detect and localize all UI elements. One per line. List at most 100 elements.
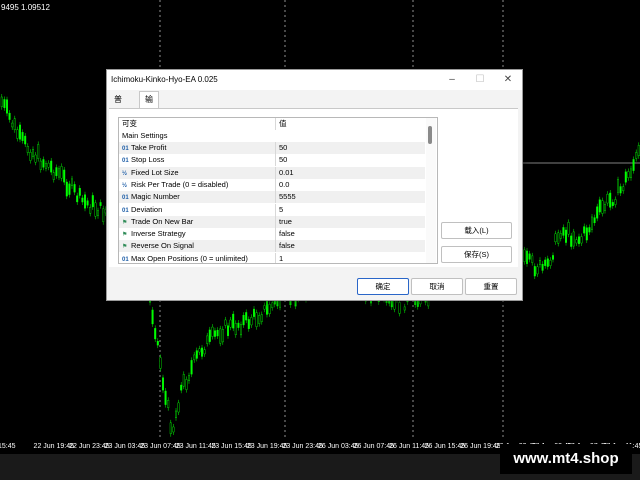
candle (601, 200, 604, 214)
param-value[interactable]: 5555 (275, 191, 427, 204)
candle (583, 226, 586, 234)
candle (250, 317, 253, 326)
candle (624, 171, 627, 183)
candle (42, 159, 45, 168)
candle (266, 299, 269, 315)
param-name: Trade On New Bar (131, 216, 194, 226)
param-name: Fixed Lot Size (131, 167, 179, 177)
int-param-icon: 01 (122, 146, 129, 152)
candle (203, 349, 206, 355)
tab-common[interactable]: 普通 (109, 92, 127, 119)
candle (263, 305, 266, 310)
candle (156, 341, 159, 346)
param-value[interactable]: 1 (275, 252, 427, 263)
candle (219, 328, 222, 344)
candle (544, 259, 547, 266)
table-row[interactable]: 01 Take Profit 50 (119, 142, 425, 154)
candle (252, 308, 255, 317)
param-value[interactable]: 50 (275, 142, 427, 154)
candle (13, 118, 16, 131)
reset-button[interactable]: 重置 (465, 278, 517, 295)
param-value[interactable]: 0.01 (275, 166, 427, 179)
param-name: Take Profit (131, 143, 167, 152)
candle (34, 154, 37, 163)
int-param-icon: 01 (122, 256, 129, 263)
param-name: Reverse On Signal (131, 241, 194, 251)
param-value[interactable]: 50 (275, 154, 427, 167)
param-name: Max Open Positions (0 = unlimited) (131, 253, 248, 263)
param-value[interactable]: 0.0 (275, 178, 427, 191)
candle (89, 206, 92, 214)
param-name: Stop Loss (131, 155, 165, 165)
param-value[interactable]: false (275, 228, 427, 241)
cancel-button[interactable]: 取消 (411, 278, 463, 295)
load-button[interactable]: 载入(L) (441, 222, 512, 239)
table-row[interactable]: ½ Fixed Lot Size 0.01 (119, 166, 427, 179)
double-param-icon: ½ (122, 170, 128, 177)
candle (180, 384, 183, 391)
candle (632, 159, 635, 171)
param-value[interactable]: false (275, 240, 427, 253)
param-value[interactable]: 5 (275, 203, 427, 216)
save-button[interactable]: 保存(S) (441, 246, 512, 263)
candle (536, 266, 539, 275)
candle (208, 329, 211, 342)
candle (580, 236, 583, 244)
dialog-titlebar[interactable]: Ichimoku-Kinko-Hyo-EA 0.025 – ☐ ✕ (107, 70, 522, 90)
candle (190, 360, 193, 375)
minimize-icon[interactable]: – (440, 72, 464, 88)
param-value[interactable]: true (275, 215, 427, 228)
candle (232, 313, 235, 329)
table-row[interactable]: 01 Stop Loss 50 (119, 154, 427, 167)
table-row[interactable]: 01 Magic Number 5555 (119, 191, 427, 204)
ok-button[interactable]: 确定 (357, 278, 409, 295)
price-ticker: 9495 1.09512 (1, 3, 50, 12)
candle (403, 306, 406, 311)
candle (239, 324, 242, 336)
candle (635, 152, 638, 159)
candle (562, 227, 565, 236)
column-header-value[interactable]: 值 (275, 118, 427, 130)
candle (549, 259, 552, 266)
candle (578, 236, 581, 244)
table-row[interactable]: 01 Deviation 5 (119, 203, 427, 216)
candle (187, 375, 190, 381)
close-icon[interactable]: ✕ (496, 72, 520, 88)
candle (554, 233, 557, 243)
candle (567, 222, 570, 235)
candle (221, 329, 224, 343)
candle (585, 227, 588, 241)
param-name: Risk Per Trade (0 = disabled) (131, 179, 229, 189)
table-row[interactable]: ⚑ Inverse Strategy false (119, 228, 427, 241)
candle (242, 315, 245, 326)
column-header-variable[interactable]: 可变 (122, 118, 272, 130)
candle (224, 319, 227, 326)
table-row[interactable]: ⚑ Trade On New Bar true (119, 215, 427, 228)
time-axis-label: 23 Jun 07:45 (140, 443, 181, 450)
candle (60, 166, 63, 179)
table-row[interactable]: ½ Risk Per Trade (0 = disabled) 0.0 (119, 178, 427, 191)
candle (193, 354, 196, 361)
candle (245, 312, 248, 321)
candle (76, 195, 79, 203)
tab-inputs[interactable]: 输入 (139, 91, 159, 119)
param-name: Inverse Strategy (131, 229, 186, 239)
candle (185, 379, 188, 390)
candle (237, 322, 240, 328)
candle (182, 374, 185, 387)
table-row[interactable]: 01 Max Open Positions (0 = unlimited) 1 (119, 252, 427, 263)
time-axis-label: 23 Jun 03:45 (104, 443, 146, 450)
candle (32, 149, 35, 157)
candle (260, 314, 263, 322)
scroll-thumb[interactable] (428, 126, 432, 144)
candle (596, 206, 599, 219)
candle (96, 210, 99, 216)
candle (531, 255, 534, 263)
candle (622, 186, 625, 192)
candle (167, 400, 170, 408)
candle (83, 194, 86, 209)
table-header: 可变 值 (119, 118, 425, 130)
table-row[interactable]: ⚑ Reverse On Signal false (119, 240, 427, 253)
candle (614, 199, 617, 205)
candle (81, 197, 84, 203)
